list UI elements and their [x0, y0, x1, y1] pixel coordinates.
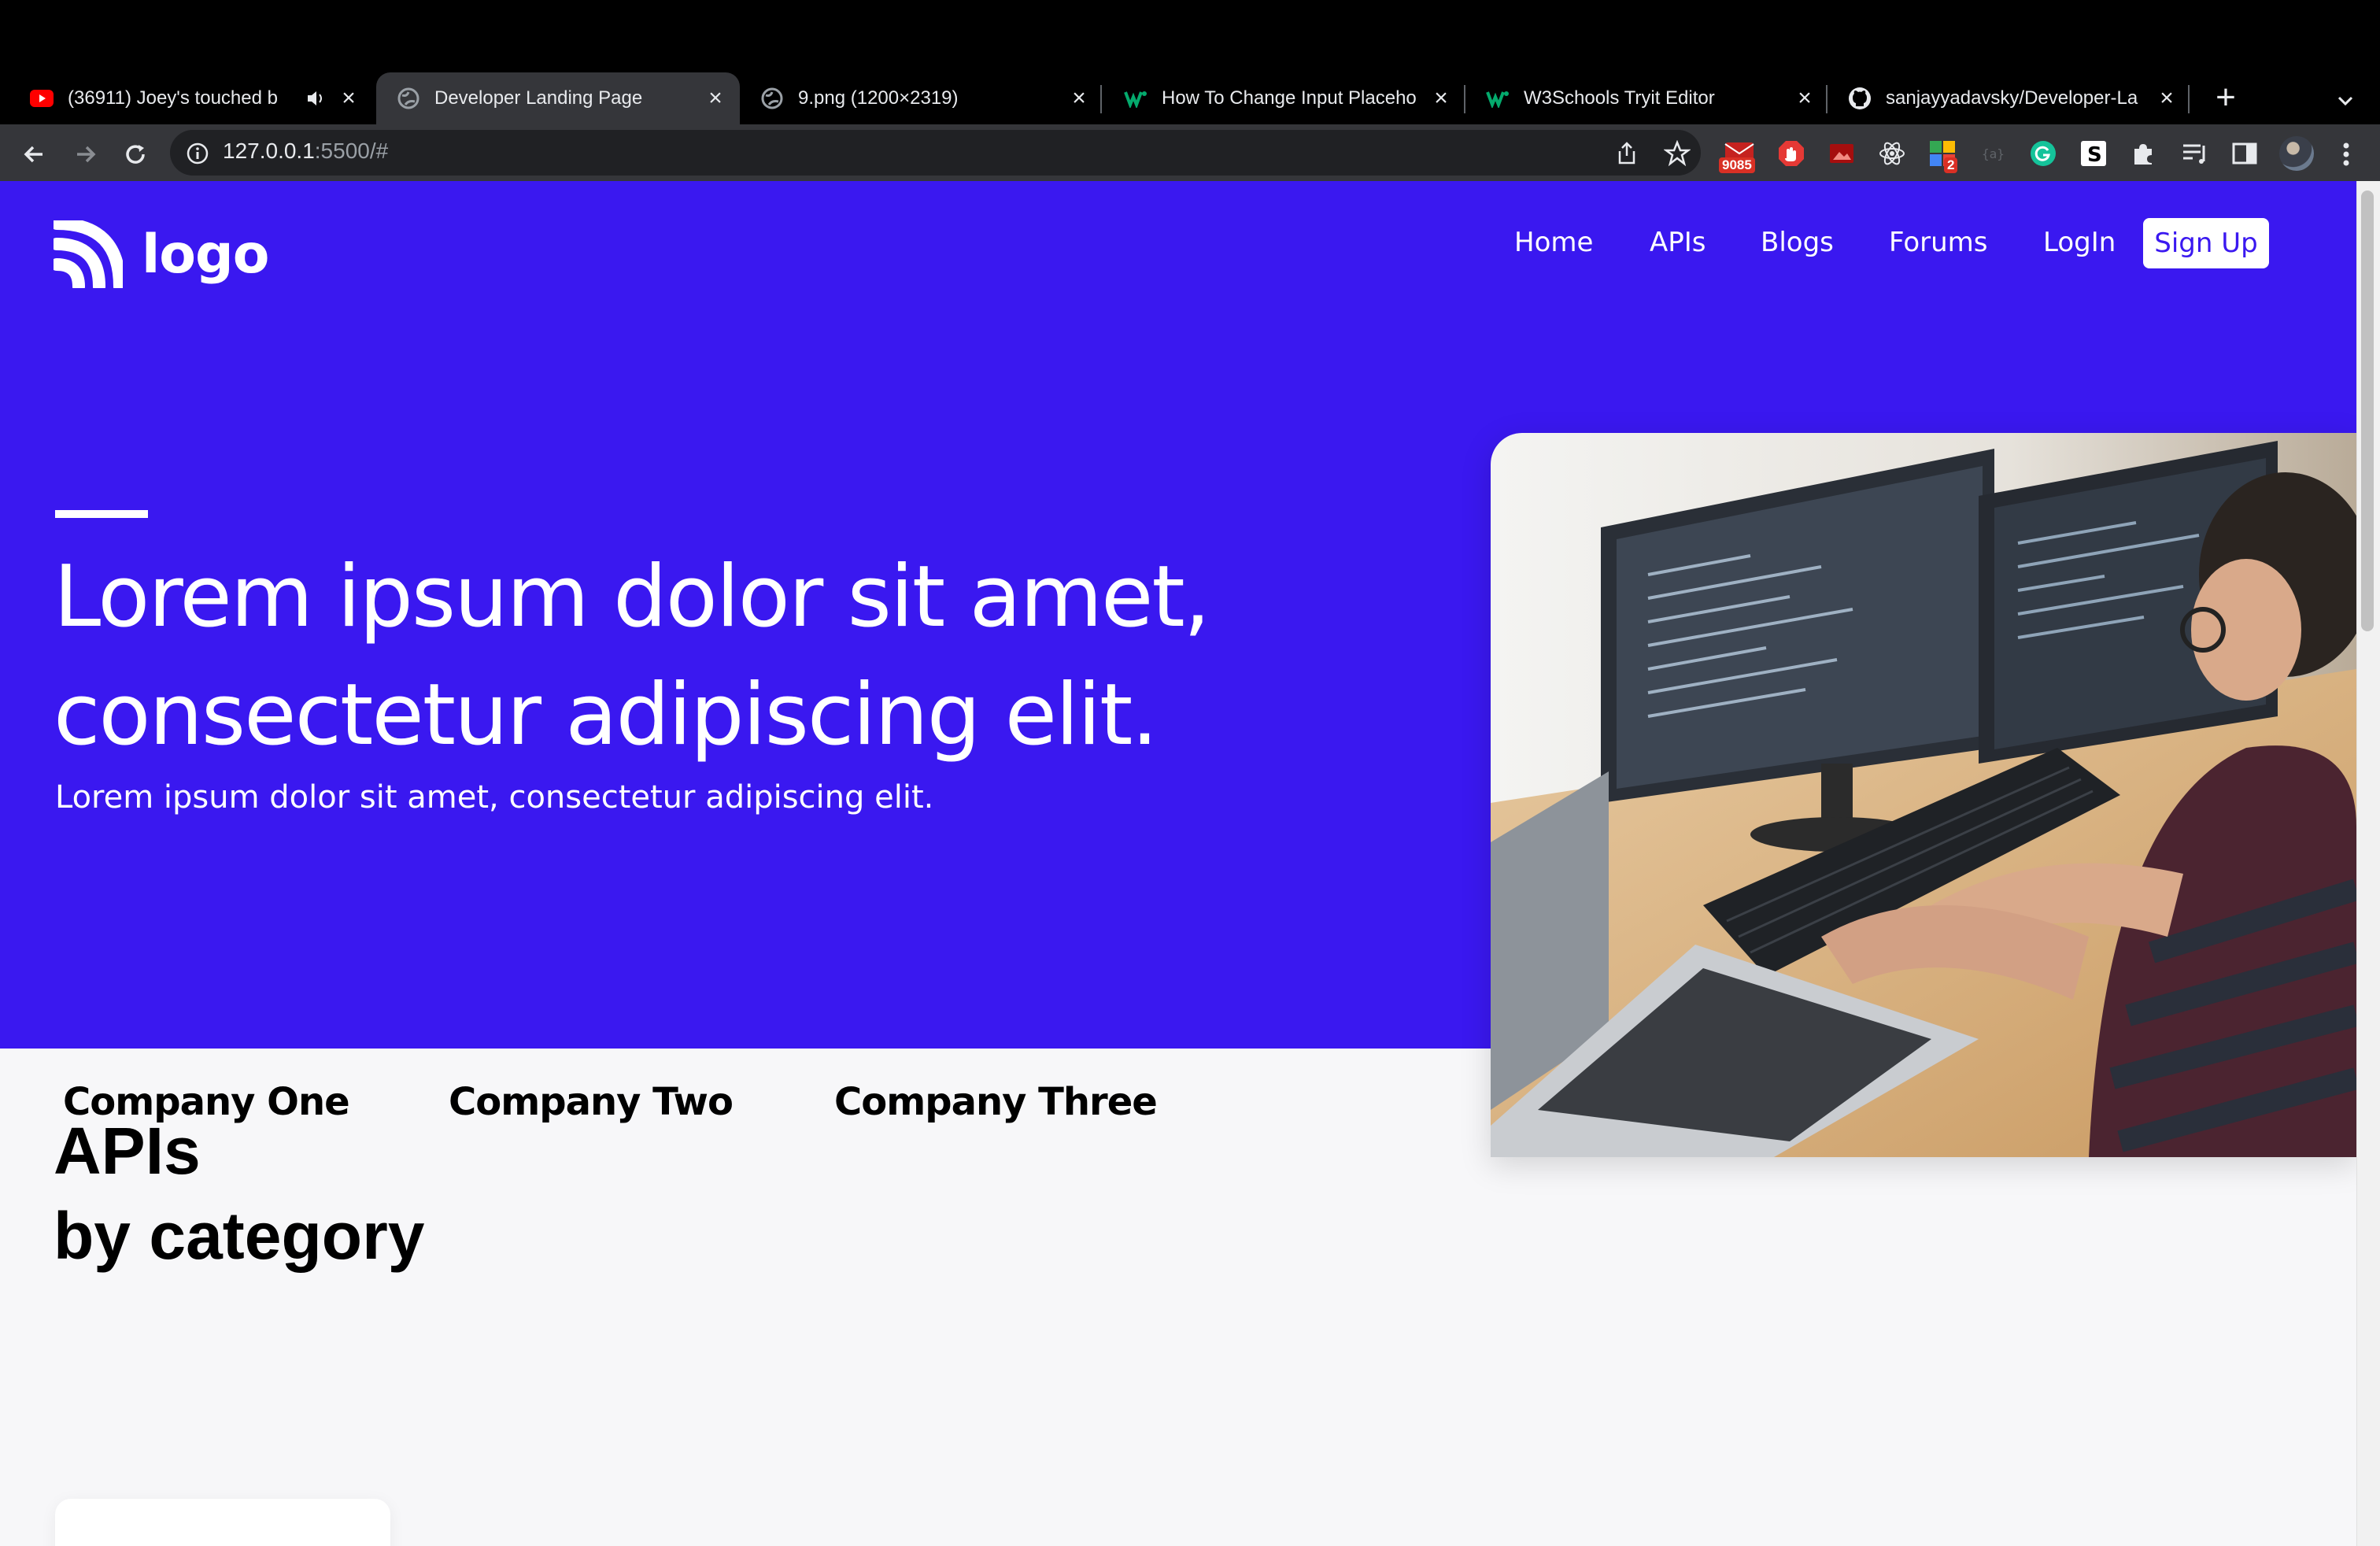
extension-count-badge: 2	[1944, 157, 1958, 173]
tab-developer-landing[interactable]: Developer Landing Page ×	[376, 72, 740, 124]
hero-developer-photo	[1491, 433, 2356, 1157]
close-tab-icon[interactable]: ×	[1429, 87, 1453, 110]
image-extension-icon[interactable]	[1828, 139, 1856, 168]
svg-text:{a}: {a}	[1982, 146, 2005, 161]
code-extension-icon[interactable]: {a}	[1979, 139, 2007, 168]
tab-title: W3Schools Tryit Editor	[1524, 87, 1715, 109]
close-tab-icon[interactable]: ×	[1793, 87, 1816, 110]
w3schools-icon	[1124, 87, 1148, 110]
speaker-icon[interactable]	[305, 88, 326, 109]
signup-button[interactable]: Sign Up	[2143, 218, 2269, 268]
nav-login[interactable]: LogIn	[2043, 227, 2116, 258]
tab-w3schools-tryit[interactable]: W3Schools Tryit Editor ×	[1465, 72, 1829, 124]
react-devtools-icon[interactable]	[1878, 139, 1906, 168]
close-tab-icon[interactable]: ×	[337, 87, 360, 110]
logo-mark-icon	[54, 220, 123, 288]
tab-image[interactable]: 9.png (1200×2319) ×	[740, 72, 1103, 124]
tab-github[interactable]: sanjayyadavsky/Developer-La ×	[1828, 72, 2191, 124]
close-tab-icon[interactable]: ×	[1067, 87, 1091, 110]
tab-youtube[interactable]: (36911) Joey's touched b ×	[9, 72, 373, 124]
tab-title: How To Change Input Placeho	[1162, 87, 1417, 109]
new-tab-icon[interactable]: +	[2208, 80, 2243, 117]
share-icon[interactable]	[1613, 140, 1640, 167]
nav-apis[interactable]: APIs	[1650, 227, 1706, 258]
url-host: 127.0.0.1	[223, 139, 315, 163]
hero-title-line: consectetur adipiscing elit.	[54, 666, 1159, 764]
nav-blogs[interactable]: Blogs	[1761, 227, 1834, 258]
w3schools-icon	[1486, 87, 1510, 110]
logo-text: logo	[142, 223, 269, 286]
side-panel-icon[interactable]	[2230, 139, 2259, 168]
tab-title: 9.png (1200×2319)	[798, 87, 959, 109]
adblock-icon[interactable]	[1777, 139, 1805, 168]
profile-avatar[interactable]	[2279, 136, 2314, 171]
page-viewport: logo Home APIs Blogs Forums LogIn Sign U…	[0, 181, 2356, 1546]
chevron-down-icon[interactable]	[2330, 85, 2361, 117]
tab-separator	[1100, 85, 1102, 113]
more-menu-icon[interactable]	[2334, 139, 2358, 170]
tab-title: sanjayyadavsky/Developer-La	[1886, 87, 2138, 109]
window-titlebar	[0, 0, 2380, 72]
url-path: :5500/#	[314, 139, 389, 163]
tab-placeholder-article[interactable]: How To Change Input Placeho ×	[1103, 72, 1465, 124]
back-icon[interactable]	[19, 139, 50, 170]
hero-accent-bar	[55, 510, 148, 518]
globe-icon	[397, 87, 420, 110]
youtube-icon	[30, 87, 54, 110]
s-extension-icon[interactable]: S	[2079, 139, 2108, 168]
url-text[interactable]: 127.0.0.1:5500/#	[223, 139, 388, 164]
forward-icon[interactable]	[69, 139, 101, 170]
bookmark-star-icon[interactable]	[1663, 139, 1691, 167]
scrollbar-thumb[interactable]	[2361, 190, 2374, 631]
tab-title: Developer Landing Page	[434, 87, 643, 109]
svg-text:S: S	[2087, 143, 2102, 167]
hero-subtitle: Lorem ipsum dolor sit amet, consectetur …	[55, 779, 934, 816]
hero-title-line: Lorem ipsum dolor sit amet,	[54, 548, 1210, 646]
globe-icon	[760, 87, 784, 110]
close-tab-icon[interactable]: ×	[2155, 87, 2179, 110]
github-icon	[1848, 87, 1872, 110]
tab-separator	[2188, 85, 2190, 113]
nav-home[interactable]: Home	[1514, 227, 1593, 258]
reading-list-icon[interactable]	[2180, 139, 2208, 168]
apis-title-line: APIs	[54, 1114, 201, 1188]
api-category-card[interactable]	[55, 1499, 390, 1546]
site-logo[interactable]: logo	[54, 220, 269, 288]
close-tab-icon[interactable]: ×	[704, 87, 727, 110]
tab-title: (36911) Joey's touched b	[68, 87, 278, 109]
hero-title: Lorem ipsum dolor sit amet, consectetur …	[54, 538, 1391, 775]
apis-title-line: by category	[54, 1199, 425, 1273]
nav-forums[interactable]: Forums	[1889, 227, 1988, 258]
company-two-logo: Company Two	[449, 1080, 734, 1124]
site-info-icon[interactable]	[186, 142, 209, 165]
company-three-logo: Company Three	[834, 1080, 1158, 1124]
mail-count-badge: 9085	[1719, 157, 1755, 173]
apis-section-title: APIs by category	[54, 1108, 425, 1278]
reload-icon[interactable]	[120, 139, 151, 170]
grammarly-icon[interactable]	[2029, 139, 2057, 168]
puzzle-icon[interactable]	[2130, 139, 2158, 168]
address-bar[interactable]	[170, 130, 1701, 176]
